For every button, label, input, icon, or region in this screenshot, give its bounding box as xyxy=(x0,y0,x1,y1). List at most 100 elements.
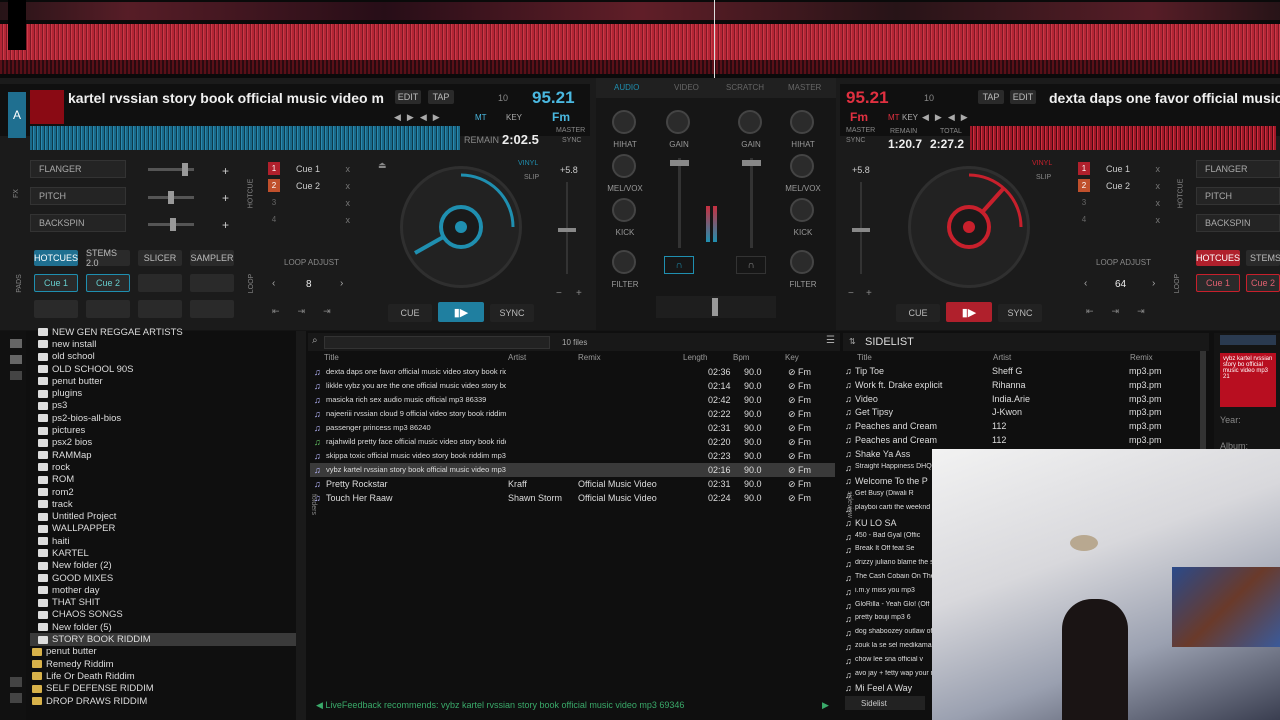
folder-item[interactable]: ps3 xyxy=(30,400,296,412)
folder-item[interactable]: psx2 bios xyxy=(30,437,296,449)
view-icon[interactable] xyxy=(10,371,22,380)
fx-slider-2[interactable] xyxy=(148,191,194,204)
loop-next-icon[interactable]: › xyxy=(340,278,343,289)
pad-cue-1[interactable]: Cue 1 xyxy=(34,274,78,292)
folder-item[interactable]: pictures xyxy=(30,424,296,436)
list-item[interactable]: ♫ Tip Toe Sheff G mp3.pm xyxy=(843,364,1205,378)
folder-item[interactable]: STORY BOOK RIDDIM xyxy=(30,633,296,646)
mt-label-right[interactable]: MT xyxy=(888,113,900,122)
pad-mode-hotcues[interactable]: HOTCUES xyxy=(34,250,78,266)
folder-item[interactable]: plugins xyxy=(30,387,296,399)
list-item[interactable]: ♫ Work ft. Drake explicit Rihanna mp3.pm xyxy=(843,378,1205,392)
folder-item[interactable]: new install xyxy=(30,338,296,350)
wave-left-handle[interactable] xyxy=(8,0,26,50)
folder-item[interactable]: rom2 xyxy=(30,486,296,498)
edit-button-right[interactable]: EDIT xyxy=(1010,90,1036,104)
pad-empty[interactable] xyxy=(138,274,182,292)
mt-label[interactable]: MT xyxy=(475,113,487,122)
right-jog-wheel[interactable] xyxy=(908,166,1030,288)
pad-mode-hotcues-right[interactable]: HOTCUES xyxy=(1196,250,1240,266)
pad-empty[interactable] xyxy=(190,274,234,292)
table-row[interactable]: ♫ vybz kartel rvssian story book official… xyxy=(310,463,835,477)
vinyl-label[interactable]: VINYL xyxy=(518,160,538,167)
pad-empty[interactable] xyxy=(138,300,182,318)
folder-item[interactable]: Untitled Project xyxy=(30,510,296,522)
cue-row[interactable]: 2 Cue 2x xyxy=(268,177,350,194)
col-artist[interactable]: Artist xyxy=(508,353,526,362)
filter-knob-right[interactable] xyxy=(790,250,814,274)
folder-item[interactable]: New folder (2) xyxy=(30,560,296,572)
col-remix-side[interactable]: Remix xyxy=(1130,353,1153,362)
loop-next-icon-right[interactable]: › xyxy=(1152,278,1155,289)
sync-button-right[interactable]: SYNC xyxy=(998,304,1042,322)
table-row[interactable]: ♫ Touch Her Raaw Shawn Storm Official Music… xyxy=(310,491,835,505)
left-jog-wheel[interactable] xyxy=(400,166,522,288)
folder-item[interactable]: Life Or Death Riddim xyxy=(30,670,296,682)
search-icon[interactable] xyxy=(10,677,22,687)
loop-transport-icons-right[interactable]: ⇤⇥⇥ xyxy=(1086,306,1163,317)
melvox-knob-right[interactable] xyxy=(790,154,814,178)
cue-row[interactable]: 1 Cue 1x xyxy=(268,160,350,177)
folder-item[interactable]: old school xyxy=(30,351,296,363)
table-row[interactable]: ♫ masicka rich sex audio music official m… xyxy=(310,393,835,407)
search-input[interactable] xyxy=(324,336,550,349)
cue-button-right[interactable]: CUE xyxy=(896,304,940,322)
folder-item[interactable]: penut butter xyxy=(30,375,296,387)
list-item[interactable]: ♫ Peaches and Cream 112 mp3.pm xyxy=(843,419,1205,433)
col-title[interactable]: Title xyxy=(324,353,339,362)
live-feedback-next-icon[interactable]: ▶ xyxy=(822,700,829,711)
overview-waveform[interactable] xyxy=(0,0,1280,78)
pad-mode-slicer[interactable]: SLICER xyxy=(138,250,182,266)
fx-slot-pitch-right[interactable]: PITCH xyxy=(1196,187,1280,205)
right-track-waveform[interactable] xyxy=(970,126,1276,150)
folder-item[interactable]: OLD SCHOOL 90S xyxy=(30,363,296,375)
table-row[interactable]: ♫ skippa toxic official music video story… xyxy=(310,449,835,463)
transport-arrows[interactable]: ◀▶◀▶ xyxy=(394,112,446,123)
vinyl-label-right[interactable]: VINYL xyxy=(1032,160,1052,167)
fx-slot-backspin-right[interactable]: BACKSPIN xyxy=(1196,214,1280,232)
list-item[interactable]: ♫ Video India.Arie mp3.pm xyxy=(843,392,1205,406)
pitch-plus-icon-right[interactable]: + xyxy=(866,288,872,299)
cue-row[interactable]: 3x xyxy=(268,194,350,211)
fx-add-icon-2[interactable]: + xyxy=(222,191,229,205)
hihat-knob-left[interactable] xyxy=(612,110,636,134)
pitch-plus-icon[interactable]: + xyxy=(576,288,582,299)
pitch-minus-icon-right[interactable]: − xyxy=(848,288,854,299)
cue-button[interactable]: CUE xyxy=(388,304,432,322)
col-remix[interactable]: Remix xyxy=(578,353,601,362)
volume-fader-right[interactable] xyxy=(742,158,761,248)
pad-mode-stems[interactable]: STEMS 2.0 xyxy=(86,248,130,268)
pitch-minus-icon[interactable]: − xyxy=(556,288,562,299)
pad-empty[interactable] xyxy=(34,300,78,318)
cue-row[interactable]: 2 Cue 2x xyxy=(1078,177,1160,194)
list-item[interactable]: ♫ Peaches and Cream 112 mp3.pm xyxy=(843,433,1205,447)
crossfader[interactable] xyxy=(656,296,776,318)
add-icon[interactable] xyxy=(10,693,22,703)
edit-button[interactable]: EDIT xyxy=(395,90,421,104)
folder-item[interactable]: DROP DRAWS RIDDIM xyxy=(30,695,296,707)
cue-row[interactable]: 3x xyxy=(1078,194,1160,211)
headphone-right-icon[interactable]: ∩ xyxy=(736,256,766,274)
tap-button[interactable]: TAP xyxy=(428,90,454,104)
table-row[interactable]: ♫ passenger princess mp3 86240 02:31 90.0 ⊘ … xyxy=(310,421,835,435)
folder-item[interactable]: New folder (5) xyxy=(30,621,296,633)
folder-item[interactable]: ps2-bios-all-bios xyxy=(30,412,296,424)
table-row[interactable]: ♫ najeeriii rvssian cloud 9 official vide… xyxy=(310,407,835,421)
play-pause-button[interactable]: ▮▶ xyxy=(438,302,484,322)
fx-slot-flanger-right[interactable]: FLANGER xyxy=(1196,160,1280,178)
folder-item[interactable]: rock xyxy=(30,461,296,473)
loop-transport-icons[interactable]: ⇤⇥⇥ xyxy=(272,306,349,317)
gain-knob-right[interactable] xyxy=(738,110,762,134)
fx-add-icon-3[interactable]: + xyxy=(222,218,229,232)
pad-cue-2-right[interactable]: Cue 2 xyxy=(1246,274,1280,292)
loop-prev-icon[interactable]: ‹ xyxy=(272,278,275,289)
pitch-slider-right[interactable] xyxy=(852,182,870,274)
loop-prev-icon-right[interactable]: ‹ xyxy=(1084,278,1087,289)
folder-item[interactable]: NEW GEN REGGAE ARTISTS xyxy=(30,326,296,338)
folder-scrollbar[interactable] xyxy=(296,331,306,720)
folder-item[interactable]: ROM xyxy=(30,474,296,486)
list-item[interactable]: ♫ Get Tipsy J-Kwon mp3.pm xyxy=(843,405,1205,419)
col-artist-side[interactable]: Artist xyxy=(993,353,1011,362)
folder-item[interactable]: THAT SHIT xyxy=(30,597,296,609)
folder-item[interactable]: GOOD MIXES xyxy=(30,572,296,584)
